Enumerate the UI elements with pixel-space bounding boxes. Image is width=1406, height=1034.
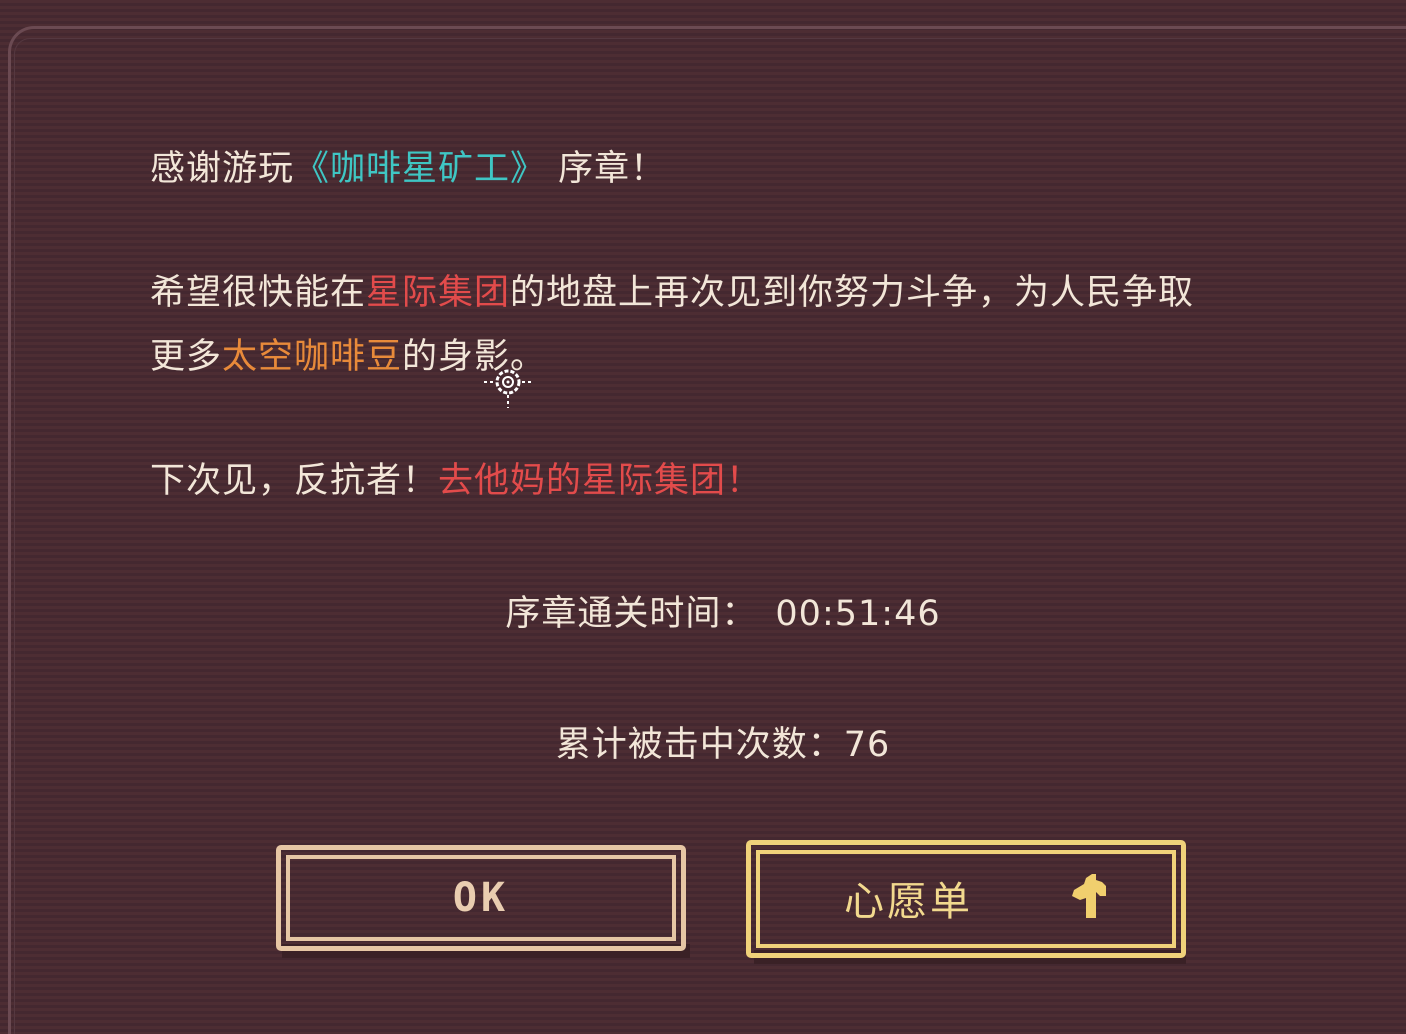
ok-button-label: OK: [452, 875, 510, 921]
coffee-beans: 太空咖啡豆: [222, 337, 403, 377]
corp-name: 星际集团: [366, 273, 511, 313]
thanks-line: 感谢游玩《咖啡星矿工》 序章！: [150, 152, 666, 187]
thanks-prefix: 感谢游玩: [150, 149, 295, 189]
wishlist-button[interactable]: 心愿单: [746, 840, 1186, 958]
crosshair-cursor-icon: [484, 369, 534, 408]
game-title: 《咖啡星矿工》: [294, 149, 547, 189]
clear-time-stat: 序章通关时间： 00:51:46: [0, 597, 1406, 632]
hit-count-stat: 累计被击中次数：76: [0, 728, 1406, 763]
hit-count-value: 76: [843, 725, 891, 765]
clear-time-label: 序章通关时间：: [505, 594, 758, 634]
farewell-shout: 去他妈的星际集团！: [438, 461, 763, 501]
clear-time-value: 00:51:46: [775, 594, 941, 634]
farewell-line: 下次见，反抗者！去他妈的星际集团！: [150, 464, 762, 499]
farewell-text: 下次见，反抗者！: [150, 461, 439, 501]
wishlist-button-label: 心愿单: [844, 879, 973, 925]
more-text: 更多: [150, 337, 223, 377]
ok-button[interactable]: OK: [276, 845, 686, 951]
pointing-hand-icon: [1072, 874, 1106, 918]
hope-line-1: 希望很快能在星际集团的地盘上再次见到你努力斗争，为人民争取: [150, 276, 1194, 311]
hope-text-c: 的地盘上再次见到你努力斗争，为人民争取: [510, 273, 1195, 313]
thanks-suffix: 序章！: [546, 149, 667, 189]
hope-text-a: 希望很快能在: [150, 273, 367, 313]
hit-count-label: 累计被击中次数：: [555, 725, 844, 765]
